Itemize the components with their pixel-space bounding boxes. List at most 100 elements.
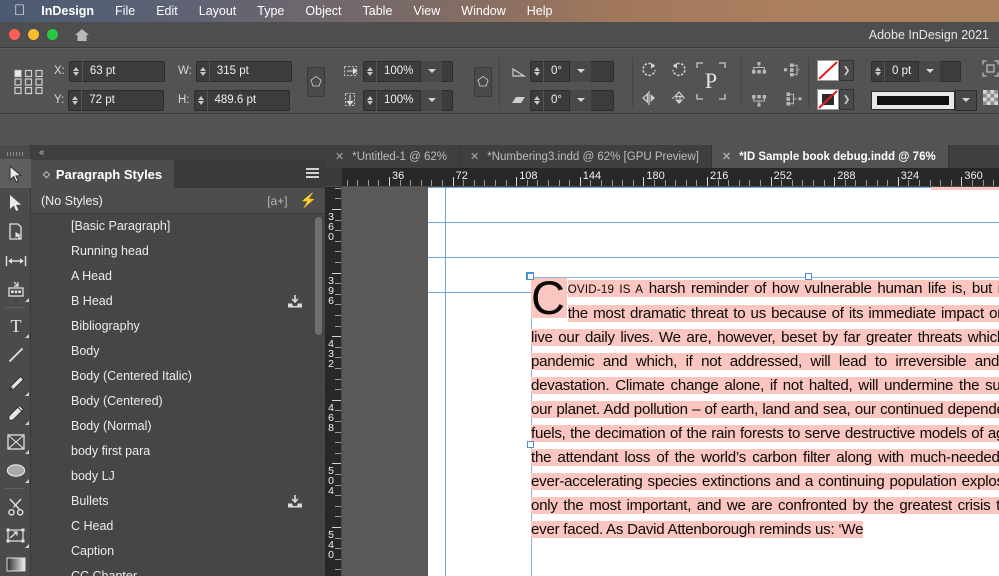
paragraph-style-row[interactable]: body first para bbox=[31, 439, 325, 464]
paragraph-composer-icon[interactable]: P bbox=[694, 60, 734, 109]
paragraph-style-row[interactable]: Running head bbox=[31, 239, 325, 264]
rotation-input[interactable]: 0° bbox=[530, 60, 614, 82]
shear-stepper[interactable] bbox=[531, 89, 544, 111]
page-view[interactable]: Arundhati Roy COVID-19 IS A harsh remind… bbox=[342, 187, 999, 576]
opacity-icon[interactable] bbox=[982, 89, 999, 111]
rotation-dropdown[interactable] bbox=[569, 60, 591, 82]
h-stepper[interactable] bbox=[195, 89, 208, 111]
paragraph-style-row[interactable]: body LJ bbox=[31, 464, 325, 489]
paragraph-style-row[interactable]: Body (Normal) bbox=[31, 414, 325, 439]
pen-tool[interactable] bbox=[0, 369, 31, 398]
document-tab-id-sample-book-debug[interactable]: ✕ *ID Sample book debug.indd @ 76% bbox=[711, 145, 949, 168]
effects-icon[interactable] bbox=[982, 60, 999, 82]
stroke-style-dropdown[interactable] bbox=[955, 89, 977, 111]
flip-horizontal-icon[interactable] bbox=[638, 87, 660, 109]
menu-item-table[interactable]: Table bbox=[363, 4, 393, 18]
flip-vertical-icon[interactable] bbox=[668, 87, 690, 109]
close-icon[interactable]: ✕ bbox=[722, 150, 731, 163]
scale-x-input[interactable]: 100% bbox=[363, 60, 453, 82]
fill-swatch-dropdown[interactable]: ❯ bbox=[839, 60, 854, 81]
selection-tool[interactable] bbox=[0, 159, 31, 188]
document-tab-numbering3[interactable]: ✕ *Numbering3.indd @ 62% [GPU Preview] bbox=[460, 145, 712, 168]
tool-flyout-indicator[interactable] bbox=[25, 392, 29, 396]
paragraph-style-row[interactable]: C Head bbox=[31, 514, 325, 539]
menu-item-view[interactable]: View bbox=[413, 4, 440, 18]
paragraph-style-row[interactable]: Body (Centered Italic) bbox=[31, 364, 325, 389]
tab-paragraph-styles[interactable]: ◇ Paragraph Styles bbox=[31, 160, 175, 188]
type-tool[interactable]: T bbox=[0, 311, 31, 340]
paragraph-style-row[interactable]: Bibliography bbox=[31, 314, 325, 339]
ellipse-tool[interactable] bbox=[0, 456, 31, 485]
maximize-window-button[interactable] bbox=[47, 29, 58, 40]
paragraph-style-row[interactable]: Bullets bbox=[31, 489, 325, 514]
w-input[interactable]: 315 pt bbox=[195, 60, 292, 82]
pencil-tool[interactable] bbox=[0, 398, 31, 427]
current-style-row[interactable]: (No Styles) [a+] ⚡ bbox=[31, 188, 325, 214]
home-icon[interactable] bbox=[74, 28, 90, 42]
page-paper[interactable]: Arundhati Roy COVID-19 IS A harsh remind… bbox=[428, 187, 999, 576]
stroke-weight-dropdown[interactable] bbox=[918, 60, 941, 82]
frame-handle-middle-left[interactable] bbox=[527, 441, 534, 448]
menu-item-type[interactable]: Type bbox=[257, 4, 284, 18]
tool-flyout-indicator[interactable] bbox=[25, 479, 29, 483]
frame-handle-top-left[interactable] bbox=[527, 273, 534, 280]
scale-y-dropdown[interactable] bbox=[420, 89, 443, 111]
menu-item-help[interactable]: Help bbox=[527, 4, 553, 18]
horizontal-ruler[interactable]: 36 72 108 144 180 216 252 288 324 360 bbox=[325, 168, 999, 187]
free-transform-tool[interactable] bbox=[0, 521, 31, 550]
paragraph-style-row[interactable]: A Head bbox=[31, 264, 325, 289]
tool-flyout-indicator[interactable] bbox=[25, 334, 29, 338]
shear-dropdown[interactable] bbox=[569, 89, 591, 111]
line-tool[interactable] bbox=[0, 340, 31, 369]
paragraph-style-row[interactable]: [Basic Paragraph] bbox=[31, 214, 325, 239]
tools-panel-grip[interactable] bbox=[0, 149, 30, 159]
rectangle-frame-tool[interactable] bbox=[0, 427, 31, 456]
rotate-ccw-icon[interactable] bbox=[668, 58, 690, 80]
paragraph-style-row[interactable]: B Head bbox=[31, 289, 325, 314]
lightning-bolt-icon[interactable]: ⚡ bbox=[300, 192, 317, 209]
tool-flyout-indicator[interactable] bbox=[25, 450, 29, 454]
fill-swatch-none[interactable] bbox=[817, 60, 839, 81]
rotation-stepper[interactable] bbox=[531, 60, 544, 82]
paragraph-style-row[interactable]: Body (Centered) bbox=[31, 389, 325, 414]
close-icon[interactable]: ✕ bbox=[335, 150, 344, 163]
stroke-weight-input[interactable]: 0 pt bbox=[871, 60, 961, 82]
minimize-window-button[interactable] bbox=[28, 29, 39, 40]
fit-frame-to-content-icon[interactable] bbox=[782, 59, 804, 81]
paragraph-style-row[interactable]: Caption bbox=[31, 539, 325, 564]
page-tool[interactable] bbox=[0, 217, 31, 246]
body-text[interactable]: C OVID-19 IS A harsh reminder of how vuln… bbox=[531, 274, 999, 543]
x-stepper[interactable] bbox=[70, 60, 83, 82]
w-stepper[interactable] bbox=[197, 60, 210, 82]
gap-tool[interactable] bbox=[0, 246, 31, 275]
scale-x-stepper[interactable] bbox=[364, 60, 377, 82]
reference-point-grid[interactable] bbox=[14, 69, 44, 95]
y-input[interactable]: 72 pt bbox=[68, 89, 165, 111]
tool-flyout-indicator[interactable] bbox=[25, 544, 29, 548]
rotate-cw-icon[interactable] bbox=[638, 58, 660, 80]
menu-item-layout[interactable]: Layout bbox=[199, 4, 237, 18]
menu-item-file[interactable]: File bbox=[115, 4, 135, 18]
menu-item-object[interactable]: Object bbox=[305, 4, 341, 18]
gradient-swatch-tool[interactable] bbox=[0, 550, 31, 576]
direct-selection-tool[interactable] bbox=[0, 188, 31, 217]
stroke-swatch-none[interactable] bbox=[817, 89, 839, 110]
menu-item-edit[interactable]: Edit bbox=[156, 4, 178, 18]
stroke-swatch-dropdown[interactable]: ❯ bbox=[839, 89, 854, 110]
collapse-panel-icon[interactable]: « bbox=[39, 147, 45, 158]
panel-menu-button[interactable] bbox=[299, 160, 325, 188]
stroke-style-preview[interactable] bbox=[871, 90, 955, 110]
clear-overrides-icon[interactable]: [a+] bbox=[267, 194, 287, 208]
running-head-frame[interactable]: Arundhati Roy bbox=[531, 187, 999, 192]
document-tab-untitled-1[interactable]: ✕ *Untitled-1 @ 62% bbox=[325, 145, 460, 168]
h-input[interactable]: 489.6 pt bbox=[193, 89, 290, 111]
frame-handle-top-center[interactable] bbox=[805, 273, 812, 280]
menu-item-indesign[interactable]: InDesign bbox=[41, 4, 94, 18]
close-window-button[interactable] bbox=[9, 29, 20, 40]
scale-x-dropdown[interactable] bbox=[420, 60, 443, 82]
shear-input[interactable]: 0° bbox=[530, 89, 614, 111]
constrain-width-height-button[interactable]: ⬠ bbox=[307, 67, 325, 97]
vertical-ruler[interactable]: 360 396 432 468 504 540 bbox=[325, 187, 342, 576]
paragraph-style-row[interactable]: Body bbox=[31, 339, 325, 364]
tool-flyout-indicator[interactable] bbox=[25, 298, 29, 302]
